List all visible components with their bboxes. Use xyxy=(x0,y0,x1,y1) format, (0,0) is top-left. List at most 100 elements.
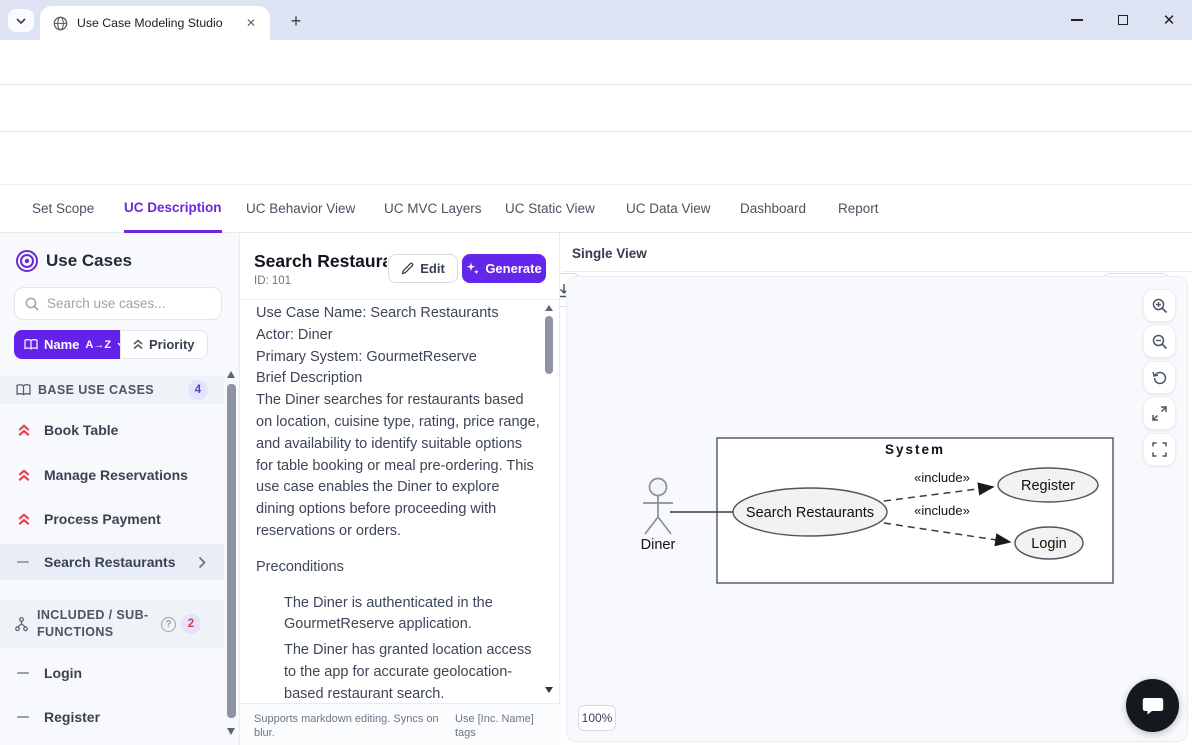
sort-priority-label: Priority xyxy=(149,337,195,352)
preconditions-list: The Diner is authenticated in the Gourme… xyxy=(256,593,540,701)
field-brief-description: Brief Description xyxy=(256,368,540,390)
zoom-level-badge[interactable]: 100% xyxy=(578,705,616,731)
sidebar-item-book-table[interactable]: Book Table xyxy=(0,415,224,445)
tab-uc-behavior-view[interactable]: UC Behavior View xyxy=(246,185,355,232)
zoom-out-icon xyxy=(1152,334,1168,350)
use-case-diagram[interactable]: System Diner Search Restaurants «include… xyxy=(580,400,1160,600)
detail-footer: Supports markdown editing. Syncs on blur… xyxy=(240,703,560,745)
single-view-label: Single View xyxy=(572,246,647,261)
section-label: BASE USE CASES xyxy=(38,383,188,397)
sidebar-item-register[interactable]: Register xyxy=(0,702,224,732)
generate-label: Generate xyxy=(485,261,541,276)
field-actor: Actor: Diner xyxy=(256,325,540,347)
use-case-login[interactable]: Login xyxy=(1015,527,1083,559)
base-use-cases-section[interactable]: BASE USE CASES 4 xyxy=(0,376,224,404)
use-case-label: Register xyxy=(1021,478,1075,494)
scroll-to-bottom-icon[interactable] xyxy=(545,687,553,693)
sidebar-item-label: Manage Reservations xyxy=(44,467,188,483)
tab-search-button[interactable] xyxy=(8,9,34,32)
preconditions-heading: Preconditions xyxy=(256,557,540,579)
divider xyxy=(240,299,560,300)
edit-label: Edit xyxy=(420,261,445,276)
use-case-description[interactable]: Use Case Name: Search Restaurants Actor:… xyxy=(256,303,540,701)
sort-by-name-button[interactable]: Name A→Z xyxy=(14,330,136,359)
double-chevron-up-icon xyxy=(133,339,143,350)
edit-button[interactable]: Edit xyxy=(388,254,458,283)
toolbar: Examples + New Cloud Open Save Share ? H… xyxy=(0,132,1192,185)
sidebar-scrollbar[interactable] xyxy=(227,384,236,718)
tab-uc-mvc-layers[interactable]: UC MVC Layers xyxy=(384,185,482,232)
actor-label: Diner xyxy=(641,537,676,553)
sort-by-priority-button[interactable]: Priority xyxy=(120,330,208,359)
priority-high-icon xyxy=(18,424,30,437)
search-box[interactable] xyxy=(14,287,222,320)
field-primary-system: Primary System: GourmetReserve xyxy=(256,347,540,369)
sidebar-title: Use Cases xyxy=(46,251,132,271)
reset-icon xyxy=(1152,370,1168,386)
view-tabs: Set Scope UC Description UC Behavior Vie… xyxy=(0,185,1192,233)
tab-uc-static-view[interactable]: UC Static View xyxy=(505,185,595,232)
sidebar-item-process-payment[interactable]: Process Payment xyxy=(0,504,224,534)
tab-close-icon[interactable]: ✕ xyxy=(242,14,260,32)
tab-uc-data-view[interactable]: UC Data View xyxy=(626,185,711,232)
priority-high-icon xyxy=(18,513,30,526)
priority-medium-icon xyxy=(17,561,29,563)
footer-hint-right: Use [Inc. Name] tags xyxy=(455,712,550,740)
sidebar-item-search-restaurants[interactable]: Search Restaurants xyxy=(0,544,224,580)
scroll-up-arrow[interactable] xyxy=(545,305,553,311)
include-label: «include» xyxy=(914,503,970,518)
divider xyxy=(562,271,1192,272)
help-circle-icon[interactable]: ? xyxy=(161,617,176,632)
scroll-down-arrow[interactable] xyxy=(227,728,235,735)
new-tab-button[interactable]: + xyxy=(284,10,308,32)
chat-button[interactable] xyxy=(1126,679,1179,732)
sidebar-item-label: Login xyxy=(44,665,82,681)
included-sub-functions-section[interactable]: INCLUDED / SUB-FUNCTIONS ? 2 xyxy=(0,600,224,648)
section-count-badge: 2 xyxy=(181,614,201,634)
chevron-right-icon xyxy=(198,556,206,569)
tab-report[interactable]: Report xyxy=(838,185,879,232)
window-close-button[interactable]: ✕ xyxy=(1146,0,1192,40)
actor-diner[interactable]: Diner xyxy=(641,479,676,554)
bullseye-icon xyxy=(15,249,39,278)
branch-icon xyxy=(15,617,28,632)
use-case-label: Login xyxy=(1031,536,1066,552)
footer-hint-left: Supports markdown editing. Syncs on blur… xyxy=(254,712,454,740)
detail-title: Search Restaurants xyxy=(254,251,387,272)
include-label: «include» xyxy=(914,470,970,485)
zoom-in-button[interactable] xyxy=(1143,289,1176,322)
sidebar-item-label: Register xyxy=(44,709,100,725)
detail-id: ID: 101 xyxy=(254,275,291,287)
browser-tab[interactable]: Use Case Modeling Studio ✕ xyxy=(40,6,270,40)
tab-set-scope[interactable]: Set Scope xyxy=(32,185,94,232)
reset-view-button[interactable] xyxy=(1143,361,1176,394)
browser-chrome: Use Case Modeling Studio ✕ + ✕ xyxy=(0,0,1192,40)
zoom-out-button[interactable] xyxy=(1143,325,1176,358)
sidebar-item-label: Process Payment xyxy=(44,511,161,527)
search-input[interactable] xyxy=(47,296,197,311)
sort-direction-label: A→Z xyxy=(85,339,111,351)
precondition-item: The Diner has granted location access to… xyxy=(256,640,540,701)
tab-uc-description[interactable]: UC Description xyxy=(124,185,222,233)
generate-button[interactable]: Generate xyxy=(462,254,546,283)
window-maximize-button[interactable] xyxy=(1100,0,1146,40)
use-case-register[interactable]: Register xyxy=(998,468,1098,502)
window-minimize-button[interactable] xyxy=(1054,0,1100,40)
sidebar-item-login[interactable]: Login xyxy=(0,658,224,688)
use-case-search-restaurants[interactable]: Search Restaurants xyxy=(733,488,887,536)
pencil-icon xyxy=(401,262,414,275)
scroll-up-arrow[interactable] xyxy=(227,371,235,378)
description-paragraph: The Diner searches for restaurants based… xyxy=(256,390,540,543)
section-count-badge: 4 xyxy=(188,380,208,400)
priority-medium-icon xyxy=(17,672,29,674)
address-bar-row: ai-toolbox.visual-paradigm.com/app/use-c… xyxy=(0,40,1192,85)
book-icon xyxy=(24,339,38,350)
field-use-case-name: Use Case Name: Search Restaurants xyxy=(256,303,540,325)
priority-high-icon xyxy=(18,469,30,482)
tab-title: Use Case Modeling Studio xyxy=(77,16,242,30)
globe-icon xyxy=(53,16,68,31)
detail-scrollbar[interactable] xyxy=(545,316,553,374)
sidebar-item-manage-reservations[interactable]: Manage Reservations xyxy=(0,460,224,490)
tab-dashboard[interactable]: Dashboard xyxy=(740,185,806,232)
sparkles-icon xyxy=(466,262,479,275)
